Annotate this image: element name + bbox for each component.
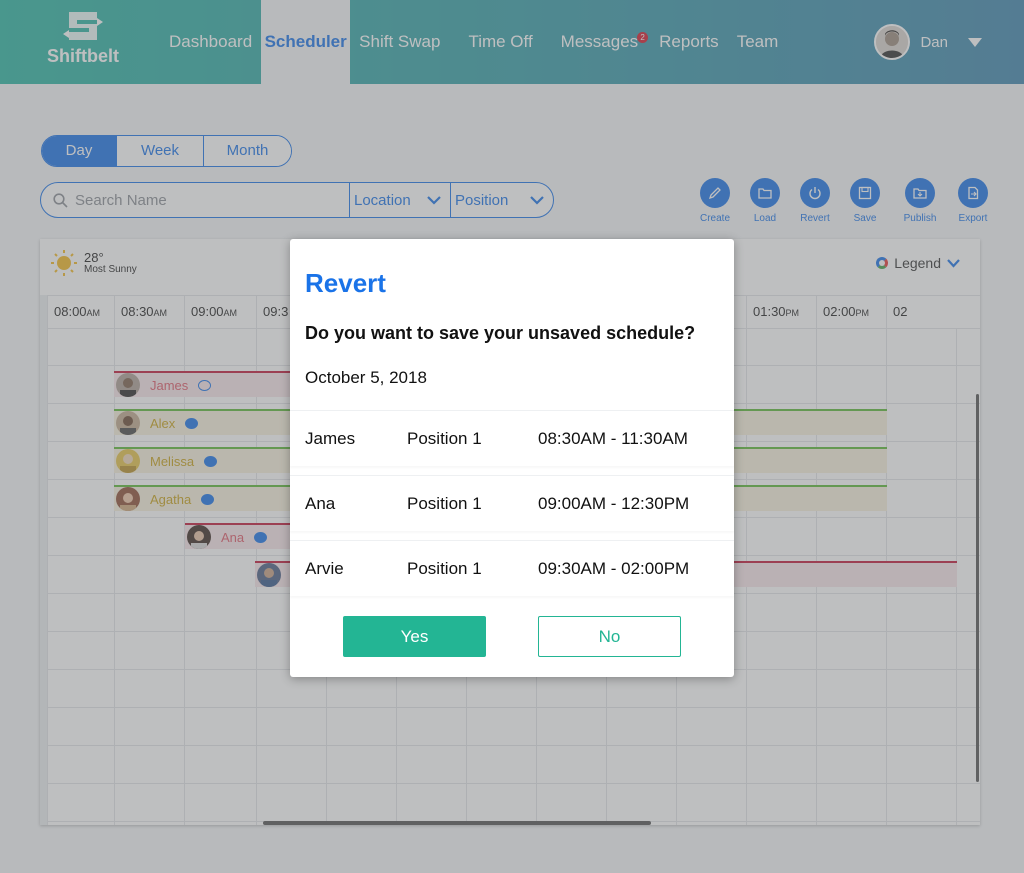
row-time: 09:00AM - 12:30PM bbox=[538, 493, 690, 513]
row-position: Position 1 bbox=[407, 493, 482, 513]
yes-button[interactable]: Yes bbox=[343, 616, 486, 657]
row-time: 08:30AM - 11:30AM bbox=[538, 428, 688, 448]
row-name: Arvie bbox=[305, 558, 344, 578]
dialog-date: October 5, 2018 bbox=[305, 368, 427, 387]
dialog-title: Revert bbox=[305, 268, 386, 298]
list-item: Arvie Position 1 09:30AM - 02:00PM bbox=[290, 540, 734, 596]
dialog-question: Do you want to save your unsaved schedul… bbox=[305, 323, 696, 343]
row-position: Position 1 bbox=[407, 558, 482, 578]
row-position: Position 1 bbox=[407, 428, 482, 448]
row-name: James bbox=[305, 428, 356, 448]
list-item: Ana Position 1 09:00AM - 12:30PM bbox=[290, 475, 734, 531]
revert-dialog: Revert Do you want to save your unsaved … bbox=[290, 239, 734, 677]
no-button[interactable]: No bbox=[538, 616, 681, 657]
row-time: 09:30AM - 02:00PM bbox=[538, 558, 690, 578]
row-name: Ana bbox=[305, 493, 336, 513]
list-item: James Position 1 08:30AM - 11:30AM bbox=[290, 410, 734, 466]
